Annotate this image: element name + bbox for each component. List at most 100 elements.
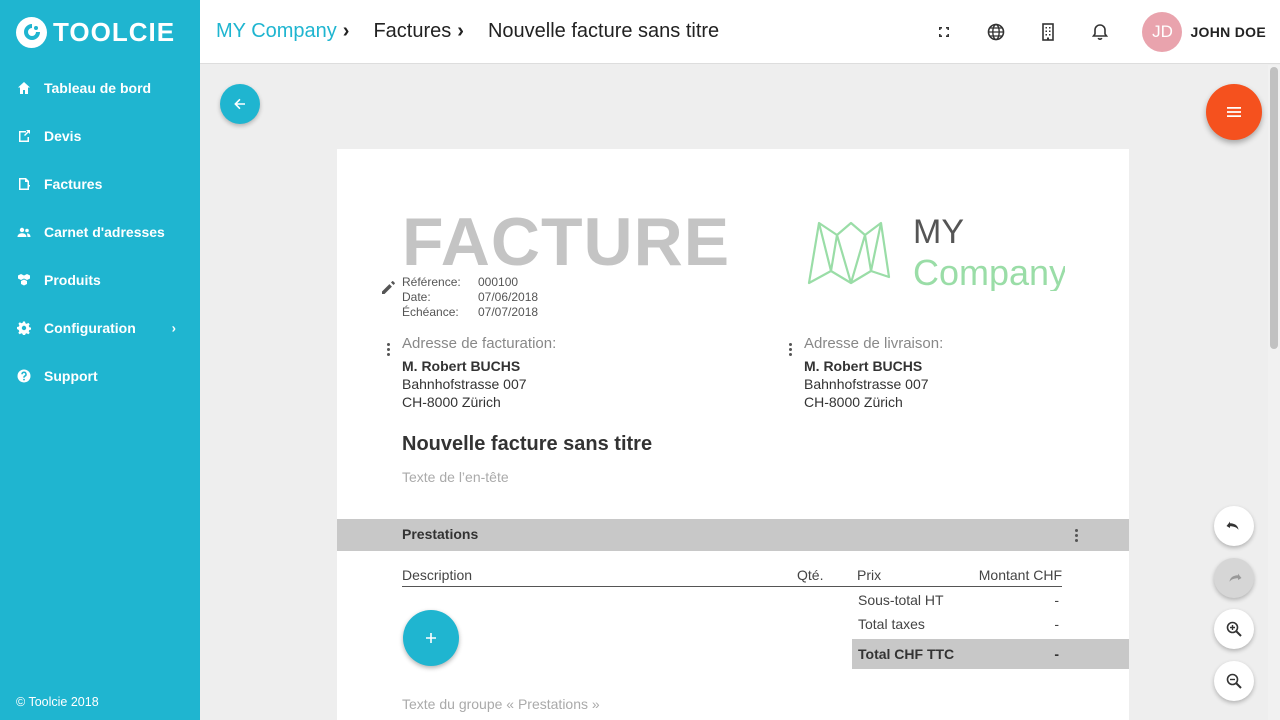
globe-icon <box>988 23 1005 41</box>
shipping-city: CH-8000 Zürich <box>804 394 903 410</box>
breadcrumb-current: Nouvelle facture sans titre <box>487 20 720 42</box>
shipping-address[interactable]: Adresse de livraison: M. Robert BUCHS Ba… <box>804 335 943 411</box>
sidebar-item-label: Produits <box>44 272 101 288</box>
col-price: Prix <box>857 567 882 583</box>
meta-value: 07/07/2018 <box>478 305 539 319</box>
table-header: Description Qté. Prix Montant CHF <box>402 567 1062 587</box>
menu-button[interactable] <box>1206 84 1262 140</box>
zoom-in-button[interactable] <box>1214 609 1254 649</box>
total-label: Total CHF TTC <box>858 646 955 662</box>
meta-value: 07/06/2018 <box>478 290 539 304</box>
sidebar-item-configuration[interactable]: Configuration › <box>0 304 200 352</box>
avatar[interactable]: JD <box>1142 12 1183 52</box>
main-content: FACTURE Référence: 000100 Date: 07/06/2018… <box>200 65 1280 720</box>
meta-label: Référence: <box>402 275 461 289</box>
chevron-right-icon: › <box>171 320 176 336</box>
arrow-left-icon <box>234 98 245 110</box>
sidebar-item-quotes[interactable]: Devis <box>0 112 200 160</box>
sidebar-item-support[interactable]: Support <box>0 352 200 400</box>
sidebar-item-label: Configuration <box>44 320 136 336</box>
shipping-name: M. Robert BUCHS <box>804 358 923 374</box>
redo-button[interactable] <box>1214 558 1254 598</box>
section-menu-button[interactable] <box>1069 526 1083 544</box>
total-label: Total taxes <box>858 616 925 632</box>
user-name[interactable]: JOHN DOE <box>1190 24 1266 40</box>
scrollbar-thumb[interactable] <box>1270 67 1278 349</box>
taxes-row: Total taxes - <box>852 613 1129 637</box>
header-text-field[interactable]: Texte de l’en-tête <box>402 469 509 485</box>
fullscreen-button[interactable] <box>918 6 970 58</box>
billing-city: CH-8000 Zürich <box>402 394 501 410</box>
breadcrumb: MY Company › Factures › Nouvelle facture s… <box>200 20 743 43</box>
zoom-out-button[interactable] <box>1214 661 1254 701</box>
billing-address[interactable]: Adresse de facturation: M. Robert BUCHS … <box>402 335 556 411</box>
company-button[interactable] <box>1022 6 1074 58</box>
plus-icon <box>426 633 436 643</box>
scrollbar[interactable] <box>1268 65 1280 720</box>
logo-line2: Company <box>913 252 1065 291</box>
language-button[interactable] <box>970 6 1022 58</box>
home-icon <box>16 80 32 96</box>
billing-name: M. Robert BUCHS <box>402 358 521 374</box>
billing-menu-button[interactable] <box>381 340 395 358</box>
sidebar-item-label: Carnet d'adresses <box>44 224 165 240</box>
topbar-actions: JD JOHN DOE <box>918 0 1280 64</box>
chevron-right-icon: › <box>342 20 350 42</box>
group-text-field[interactable]: Texte du groupe « Prestations » <box>402 696 600 712</box>
company-logo[interactable]: MY Company <box>805 211 1065 291</box>
document-title: FACTURE <box>402 204 731 280</box>
meta-due-date: Échéance: 07/07/2018 <box>402 305 538 320</box>
logo-line1: MY <box>913 213 964 251</box>
toolcie-logo-icon <box>16 16 47 48</box>
meta-value: 000100 <box>478 275 519 289</box>
back-button[interactable] <box>220 84 260 124</box>
undo-button[interactable] <box>1214 506 1254 546</box>
sidebar: TOOLCIE Tableau de bord Devis Factures C… <box>0 0 200 720</box>
breadcrumb-invoices[interactable]: Factures › <box>373 20 463 43</box>
document-meta: Référence: 000100 Date: 07/06/2018 Échéanc… <box>402 275 538 320</box>
shipping-menu-button[interactable] <box>783 340 797 358</box>
shipping-label: Adresse de livraison: <box>804 335 944 352</box>
section-title[interactable]: Prestations <box>402 526 478 542</box>
shipping-street: Bahnhofstrasse 007 <box>804 376 929 392</box>
col-amount: Montant CHF <box>978 567 1062 583</box>
col-qty: Qté. <box>797 567 824 583</box>
subtotal-row: Sous-total HT - <box>852 589 1129 613</box>
quote-icon <box>16 128 32 144</box>
sidebar-item-contacts[interactable]: Carnet d'adresses <box>0 208 200 256</box>
meta-label: Échéance: <box>402 305 459 319</box>
grand-total-row: Total CHF TTC - <box>852 639 1129 669</box>
building-icon <box>1042 23 1055 41</box>
pencil-icon <box>382 281 395 294</box>
col-description: Description <box>402 567 473 583</box>
hamburger-icon <box>1227 107 1241 117</box>
totals: Sous-total HT - Total taxes - Total CHF TT… <box>852 589 1129 669</box>
brand-name: TOOLCIE <box>53 16 176 47</box>
gear-icon <box>16 320 32 336</box>
invoice-title[interactable]: Nouvelle facture sans titre <box>402 433 652 456</box>
sidebar-item-invoices[interactable]: Factures <box>0 160 200 208</box>
edit-meta-button[interactable] <box>380 278 398 296</box>
products-icon <box>16 272 32 288</box>
notifications-button[interactable] <box>1074 6 1126 58</box>
breadcrumb-company[interactable]: MY Company › <box>216 20 349 43</box>
topbar: MY Company › Factures › Nouvelle facture s… <box>200 0 1280 64</box>
total-value: - <box>1054 592 1059 608</box>
brand[interactable]: TOOLCIE <box>0 0 200 64</box>
meta-label: Date: <box>402 290 431 304</box>
breadcrumb-section-label: Factures <box>373 20 452 42</box>
breadcrumb-company-label: MY Company <box>216 20 337 42</box>
undo-icon <box>1226 521 1239 530</box>
redo-icon <box>1229 573 1242 582</box>
billing-label: Adresse de facturation: <box>402 335 557 352</box>
sidebar-item-products[interactable]: Produits <box>0 256 200 304</box>
chevron-right-icon: › <box>457 20 464 42</box>
bell-icon <box>1092 24 1109 40</box>
sidebar-item-dashboard[interactable]: Tableau de bord <box>0 64 200 112</box>
section-header: Prestations <box>337 519 1129 551</box>
meta-reference: Référence: 000100 <box>402 275 538 290</box>
add-line-button[interactable] <box>403 610 459 666</box>
zoom-in-icon <box>1226 621 1242 637</box>
sidebar-nav: Tableau de bord Devis Factures Carnet d'… <box>0 64 200 400</box>
help-icon <box>16 368 32 384</box>
